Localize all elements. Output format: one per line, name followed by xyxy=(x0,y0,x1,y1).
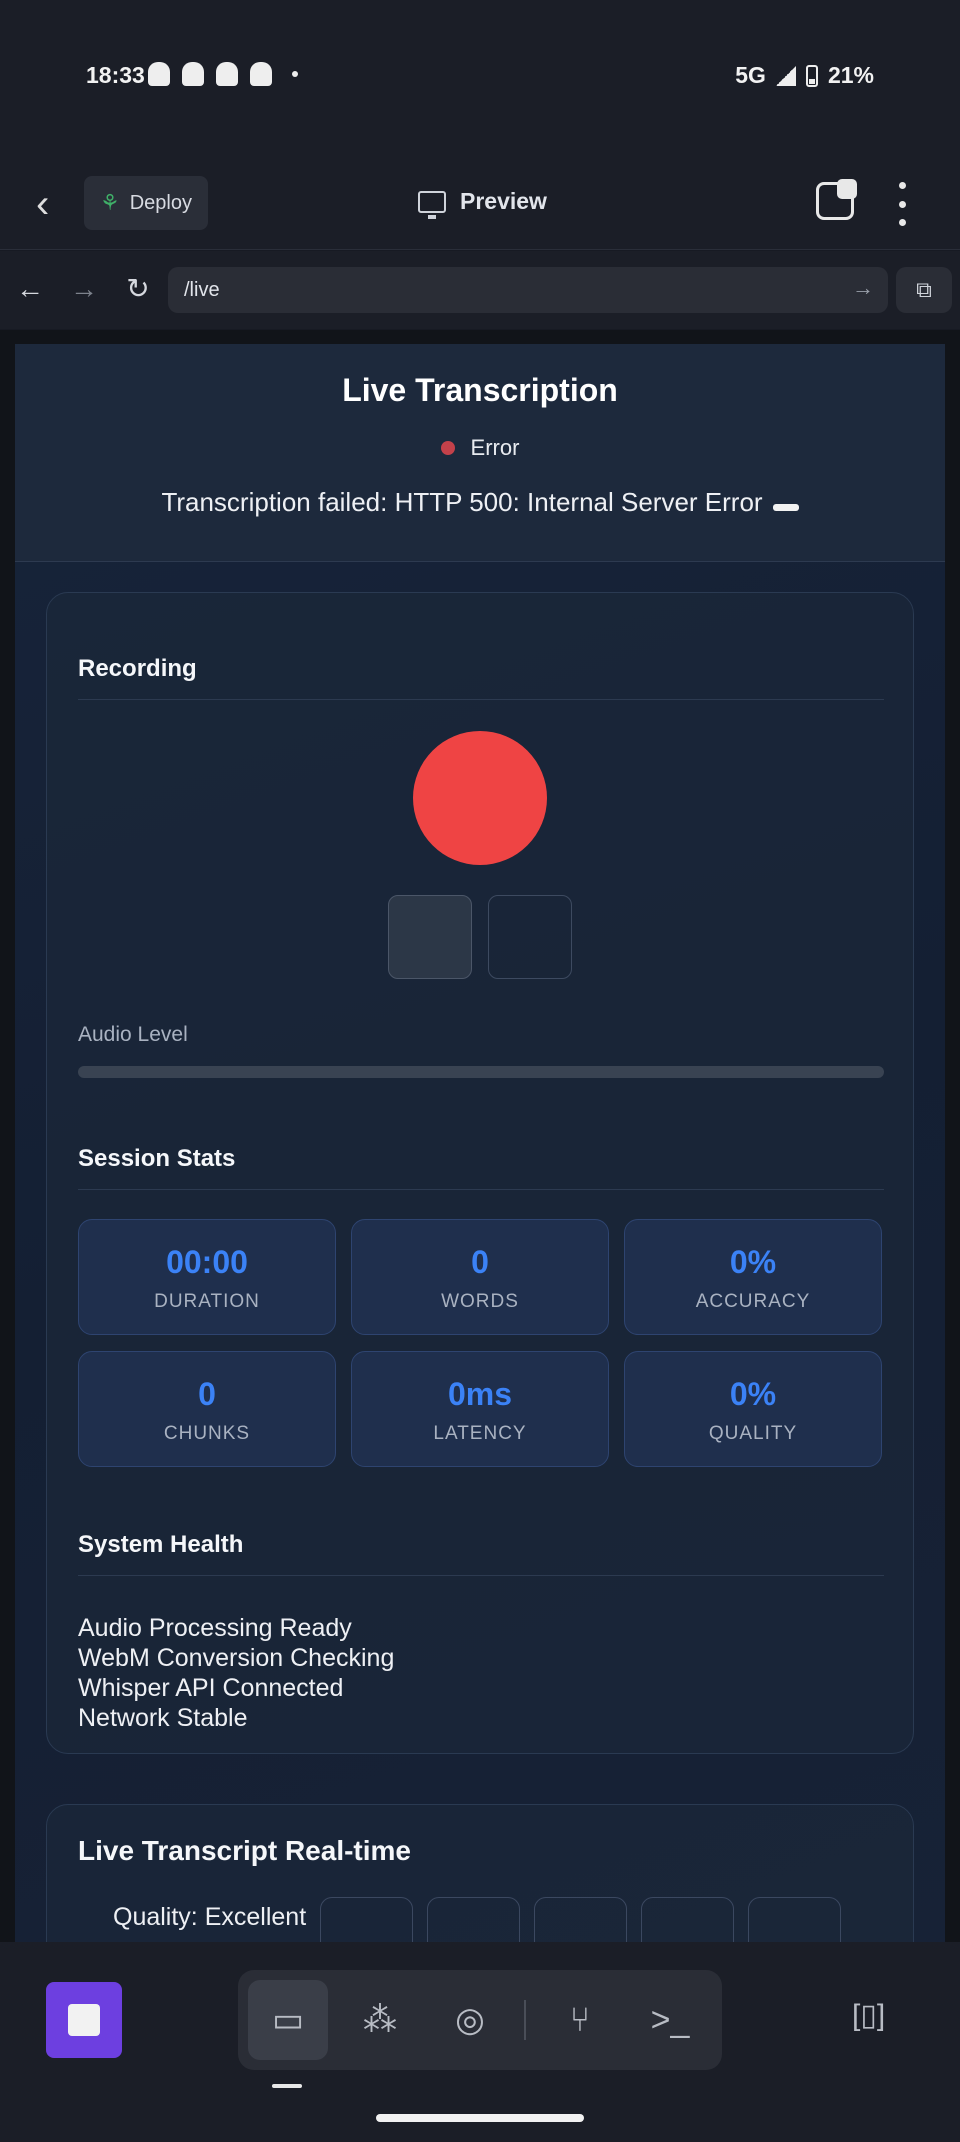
page-title: Live Transcription xyxy=(342,372,618,408)
monitor-icon xyxy=(418,190,446,219)
globe-icon[interactable]: ◎ xyxy=(430,1980,510,2060)
snapchat-icon xyxy=(182,62,204,86)
more-notifications-icon xyxy=(292,71,298,77)
stat-value: 0 xyxy=(471,1244,489,1280)
app-toolbar: ‹ ⚘ Deploy Preview xyxy=(0,160,960,250)
recording-title: Recording xyxy=(78,655,197,682)
signal-icon xyxy=(775,65,796,86)
live-page: Live Transcription Error Transcription f… xyxy=(15,344,945,1942)
error-message: Transcription failed: HTTP 500: Internal… xyxy=(15,487,945,518)
snapchat-icon xyxy=(148,62,170,86)
go-arrow-icon[interactable]: → xyxy=(852,275,874,301)
health-item: Whisper API Connected xyxy=(78,1674,344,1702)
stat-words: 0 WORDS xyxy=(351,1219,609,1335)
desktop-icon[interactable]: ▭ xyxy=(248,1980,328,2060)
reload-icon[interactable]: ↻ xyxy=(120,271,156,307)
status-time: 18:33 xyxy=(86,62,145,88)
url-input[interactable]: /live → xyxy=(168,267,888,313)
error-text: Transcription failed: HTTP 500: Internal… xyxy=(161,487,763,517)
nav-group: ▭ ⁂ ◎ ⑂ >_ xyxy=(238,1970,722,2070)
divider xyxy=(78,699,884,700)
bottom-nav: ▭ ⁂ ◎ ⑂ >_ [▯] xyxy=(0,1942,960,2142)
session-stats-title: Session Stats xyxy=(78,1145,236,1172)
transcript-control-button[interactable] xyxy=(320,1897,414,1942)
stop-button[interactable] xyxy=(488,895,572,979)
dismiss-error-button[interactable] xyxy=(772,504,799,511)
status-right: 5G 21% xyxy=(735,62,874,89)
health-item: WebM Conversion Checking xyxy=(78,1644,395,1672)
pause-button[interactable] xyxy=(388,895,472,979)
stat-latency: 0ms LATENCY xyxy=(351,1351,609,1467)
preview-tab[interactable]: Preview xyxy=(418,188,547,219)
snapchat-icon xyxy=(250,62,272,86)
network-label: 5G xyxy=(735,62,766,88)
browser-bar: ← → ↻ /live → ⧉ xyxy=(0,251,960,329)
audio-level-label: Audio Level xyxy=(78,1023,188,1046)
record-button[interactable] xyxy=(413,731,547,865)
tabs-icon[interactable] xyxy=(816,179,857,220)
stat-value: 0% xyxy=(729,1376,777,1412)
divider xyxy=(78,1189,884,1190)
branch-icon[interactable]: ⑂ xyxy=(540,1980,620,2060)
stat-label: WORDS xyxy=(441,1291,519,1312)
battery-icon xyxy=(805,64,818,87)
stat-duration: 00:00 DURATION xyxy=(78,1219,336,1335)
stop-app-button[interactable] xyxy=(46,1982,122,2058)
stat-chunks: 0 CHUNKS xyxy=(78,1351,336,1467)
grid-icon[interactable]: ⁂ xyxy=(340,1980,420,2060)
health-item: Network Stable xyxy=(78,1704,248,1732)
stat-label: ACCURACY xyxy=(695,1291,811,1312)
audio-level-meter xyxy=(78,1066,884,1078)
live-transcript-card: Live Transcript Real-time Quality: Excel… xyxy=(46,1804,914,1942)
stat-value: 0ms xyxy=(447,1376,513,1412)
stat-label: QUALITY xyxy=(708,1423,798,1444)
status-dot-icon xyxy=(440,441,455,455)
web-viewport: Live Transcription Error Transcription f… xyxy=(0,330,960,1942)
nav-separator xyxy=(524,2000,526,2040)
terminal-icon[interactable]: >_ xyxy=(630,1980,710,2060)
connection-status: Error xyxy=(15,435,945,461)
home-indicator[interactable] xyxy=(376,2114,584,2122)
quality-label: Quality: Excellent xyxy=(113,1903,307,1931)
page-header: Live Transcription Error Transcription f… xyxy=(15,344,945,562)
deploy-icon: ⚘ xyxy=(100,190,120,215)
preview-label: Preview xyxy=(460,188,547,214)
browser-back-icon[interactable]: ← xyxy=(12,271,48,307)
deploy-button[interactable]: ⚘ Deploy xyxy=(84,176,208,230)
open-external-icon[interactable]: ⧉ xyxy=(896,267,952,313)
system-health-list: Audio Processing Ready WebM Conversion C… xyxy=(78,1613,394,1733)
stat-value: 00:00 xyxy=(166,1244,248,1280)
live-transcript-title: Live Transcript Real-time xyxy=(78,1835,412,1866)
recording-card: Recording Audio Level Session Stats 00:0… xyxy=(46,592,914,1754)
stat-value: 0% xyxy=(729,1244,777,1280)
sidebar-toggle-icon[interactable]: [▯] xyxy=(852,1998,885,2033)
battery-label: 21% xyxy=(827,62,874,88)
transcript-control-button[interactable] xyxy=(748,1897,842,1942)
active-tab-indicator xyxy=(272,2084,302,2088)
system-health-title: System Health xyxy=(78,1531,244,1558)
transcript-control-button[interactable] xyxy=(534,1897,628,1942)
divider xyxy=(78,1575,884,1576)
transcript-controls: Quality: Excellent xyxy=(113,1897,842,1942)
url-text: /live xyxy=(184,279,220,301)
stat-label: DURATION xyxy=(154,1291,260,1312)
stat-value: 0 xyxy=(198,1376,216,1412)
more-menu-icon[interactable] xyxy=(890,182,914,226)
transcript-control-button[interactable] xyxy=(641,1897,735,1942)
health-item: Audio Processing Ready xyxy=(78,1614,352,1642)
notification-icons xyxy=(148,62,298,86)
transcript-control-button[interactable] xyxy=(427,1897,521,1942)
stat-quality: 0% QUALITY xyxy=(624,1351,882,1467)
status-bar: 18:33 5G 21% xyxy=(0,0,960,160)
chat-icon xyxy=(216,62,238,86)
deploy-label: Deploy xyxy=(129,191,192,214)
stat-label: CHUNKS xyxy=(163,1423,251,1444)
stat-label: LATENCY xyxy=(433,1423,527,1444)
stat-accuracy: 0% ACCURACY xyxy=(624,1219,882,1335)
back-icon[interactable]: ‹ xyxy=(36,182,76,226)
status-label: Error xyxy=(470,435,520,460)
browser-forward-icon[interactable]: → xyxy=(66,271,102,307)
